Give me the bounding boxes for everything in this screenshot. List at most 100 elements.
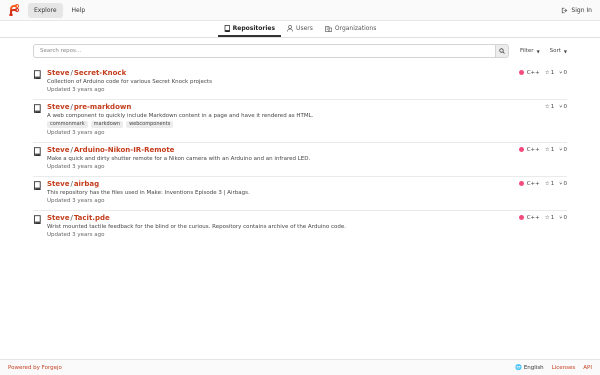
tab-label: Users: [296, 25, 313, 32]
forks-link[interactable]: ⑂ 0: [559, 147, 567, 153]
filter-label: Filter: [519, 48, 534, 54]
top-navbar: Explore Help Sign In: [0, 0, 600, 21]
repo-language: C++: [526, 147, 540, 153]
nav-help[interactable]: Help: [66, 3, 92, 18]
chevron-down-icon: ▼: [563, 48, 567, 54]
repo-description: Wrist mounted tactile feedback for the b…: [47, 224, 346, 230]
repo-updated: Updated 3 years ago: [47, 198, 105, 204]
licenses-link[interactable]: Licenses: [552, 365, 576, 371]
repo-description: A web component to quickly include Markd…: [47, 113, 314, 119]
repo-description: Collection of Arduino code for various S…: [47, 79, 212, 85]
repo-item: Steve/Arduino-Nikon-IR-Remote Make a qui…: [33, 143, 567, 177]
sign-in-label: Sign In: [571, 6, 592, 14]
repo-icon: [33, 69, 43, 94]
repo-language: C++: [526, 181, 540, 187]
fork-icon: ⑂: [559, 70, 563, 76]
star-icon: ☆: [544, 70, 550, 76]
search-input[interactable]: Search repos...: [33, 44, 496, 58]
repo-updated: Updated 3 years ago: [47, 232, 105, 238]
repo-description: This repository has the files used in Ma…: [47, 190, 250, 196]
footer: Powered by Forgejo 🌐 English Licenses AP…: [0, 359, 600, 375]
repo-icon: [33, 214, 43, 239]
sort-dropdown[interactable]: Sort ▼: [550, 48, 567, 54]
forks-count: 0: [563, 147, 568, 153]
tab-users[interactable]: Users: [281, 25, 319, 37]
topic-tag[interactable]: markdown: [90, 121, 124, 128]
repo-stats: C++ ☆ 1 ⑂ 0: [518, 181, 567, 187]
search-icon: [499, 48, 505, 54]
forks-count: 0: [563, 181, 568, 187]
repo-stats: C++ ☆ 1 ⑂ 0: [518, 147, 567, 153]
repo-name-link[interactable]: Tacit.pde: [74, 214, 110, 222]
repo-updated: Updated 3 years ago: [47, 130, 105, 136]
stars-link[interactable]: ☆ 1: [545, 181, 554, 187]
globe-icon: 🌐: [514, 364, 522, 371]
sort-label: Sort: [549, 48, 561, 54]
fork-icon: ⑂: [559, 147, 563, 153]
tab-organizations[interactable]: Organizations: [319, 25, 382, 37]
tab-label: Repositories: [232, 25, 276, 32]
stars-count: 1: [550, 181, 555, 187]
stars-count: 1: [550, 147, 555, 153]
api-link[interactable]: API: [583, 365, 592, 371]
language-label: English: [523, 364, 544, 371]
repo-name-link[interactable]: Arduino-Nikon-IR-Remote: [74, 146, 175, 154]
language-color-dot: [518, 181, 524, 186]
repo-owner-link[interactable]: Steve: [47, 103, 69, 111]
repo-language: C++: [526, 70, 540, 76]
star-icon: ☆: [544, 104, 550, 110]
forks-link[interactable]: ⑂ 0: [559, 215, 567, 221]
forks-link[interactable]: ⑂ 0: [559, 70, 567, 76]
repo-list: Steve/Secret-Knock Collection of Arduino…: [33, 66, 567, 244]
repo-updated: Updated 3 years ago: [47, 164, 105, 170]
forks-link[interactable]: ⑂ 0: [559, 104, 567, 110]
language-color-dot: [518, 147, 524, 152]
stars-count: 1: [550, 104, 555, 110]
stars-link[interactable]: ☆ 1: [545, 215, 554, 221]
repo-icon: [224, 25, 230, 32]
repo-item: Steve/Secret-Knock Collection of Arduino…: [33, 66, 567, 100]
forks-count: 0: [563, 104, 568, 110]
stars-link[interactable]: ☆ 1: [545, 147, 554, 153]
topic-tag[interactable]: webcomponents: [126, 121, 174, 128]
repo-owner-link[interactable]: Steve: [47, 180, 69, 188]
organization-icon: [325, 26, 332, 32]
stars-count: 1: [550, 215, 555, 221]
repo-icon: [33, 103, 43, 137]
repo-item: Steve/airbag This repository has the fil…: [33, 177, 567, 211]
forks-link[interactable]: ⑂ 0: [559, 181, 567, 187]
repo-icon: [33, 146, 43, 171]
repo-description: Make a quick and dirty shutter remote fo…: [47, 156, 311, 162]
search-button[interactable]: [495, 44, 509, 58]
star-icon: ☆: [544, 215, 550, 221]
topic-tag[interactable]: commonmark: [47, 121, 88, 128]
repo-name-link[interactable]: airbag: [74, 180, 99, 188]
repo-owner-link[interactable]: Steve: [47, 214, 69, 222]
repo-item: Steve/pre-markdown A web component to qu…: [33, 100, 567, 143]
fork-icon: ⑂: [559, 104, 563, 110]
topic-list: commonmark markdown webcomponents: [47, 121, 567, 128]
language-selector[interactable]: 🌐 English: [515, 365, 544, 371]
forgejo-logo-icon[interactable]: [8, 4, 20, 16]
powered-by-link[interactable]: Powered by Forgejo: [8, 365, 62, 371]
stars-count: 1: [550, 70, 555, 76]
repo-owner-link[interactable]: Steve: [47, 146, 69, 154]
fork-icon: ⑂: [559, 215, 563, 221]
repo-name-link[interactable]: Secret-Knock: [74, 69, 126, 77]
filter-dropdown[interactable]: Filter ▼: [520, 48, 540, 54]
chevron-down-icon: ▼: [536, 48, 540, 54]
repo-updated: Updated 3 years ago: [47, 87, 105, 93]
star-icon: ☆: [544, 147, 550, 153]
sign-in-link[interactable]: Sign In: [561, 7, 592, 14]
stars-link[interactable]: ☆ 1: [545, 70, 554, 76]
repo-icon: [33, 180, 43, 205]
fork-icon: ⑂: [559, 181, 563, 187]
tab-repositories[interactable]: Repositories: [217, 25, 282, 37]
nav-explore[interactable]: Explore: [28, 2, 63, 18]
person-icon: [287, 25, 293, 32]
repo-owner-link[interactable]: Steve: [47, 69, 69, 77]
forks-count: 0: [563, 70, 568, 76]
explore-tabs: Repositories Users Organizations: [0, 21, 600, 38]
repo-name-link[interactable]: pre-markdown: [74, 103, 132, 111]
stars-link[interactable]: ☆ 1: [545, 104, 554, 110]
